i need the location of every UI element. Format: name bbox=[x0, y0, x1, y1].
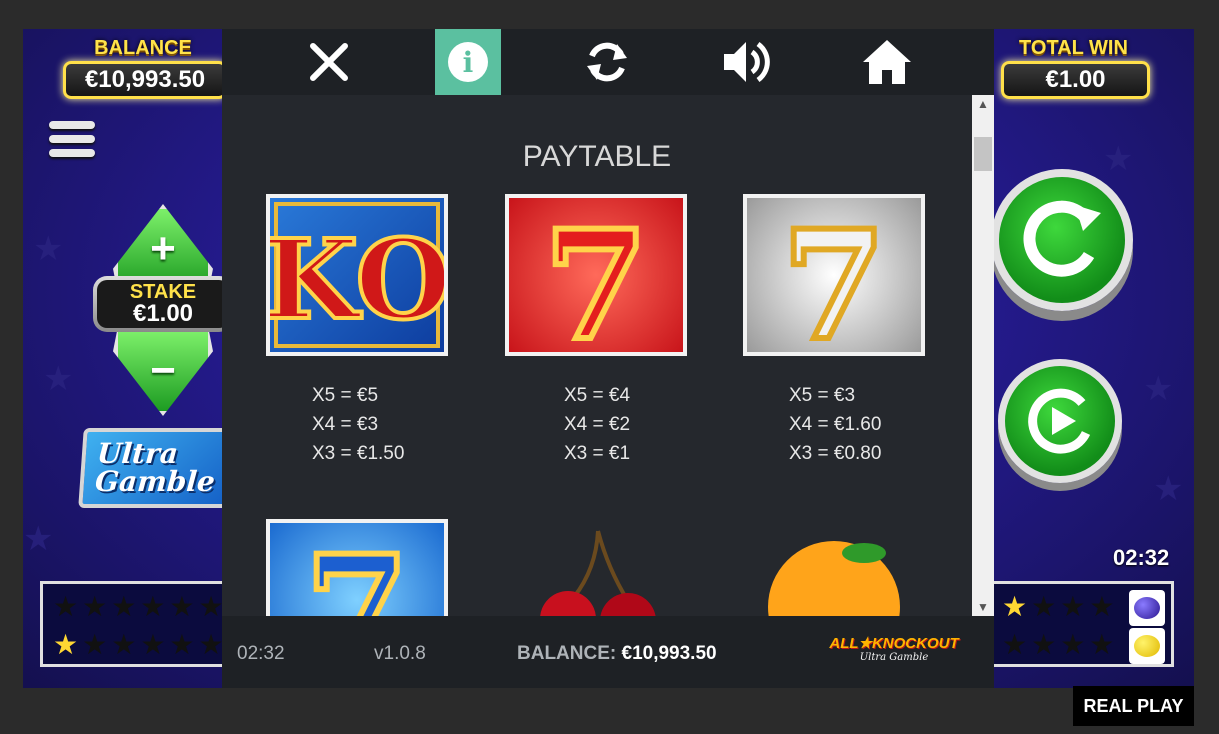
ko-symbol: KO bbox=[261, 194, 453, 356]
balance-value: €10,993.50 bbox=[63, 61, 227, 99]
game-clock: 02:32 bbox=[1113, 545, 1170, 570]
background-star: ★ bbox=[33, 230, 64, 268]
scroll-down-icon[interactable]: ▼ bbox=[972, 600, 994, 614]
game-logo: ALL★KNOCKOUT Ultra Gamble bbox=[824, 634, 964, 670]
background-star: ★ bbox=[1153, 470, 1184, 508]
lemon-icon bbox=[1129, 628, 1165, 664]
background-star: ★ bbox=[43, 360, 74, 398]
orange-symbol bbox=[768, 535, 908, 616]
scroll-thumb[interactable] bbox=[974, 137, 992, 171]
info-overlay: i PAYTABLE KO 7 7 X5 = €5 X4 = €3 X3 = €… bbox=[222, 29, 994, 688]
overlay-toolbar: i bbox=[222, 29, 994, 95]
right-star-meter: ★★★★ ★★★★ bbox=[991, 581, 1174, 667]
red-seven-text: 7 bbox=[544, 198, 648, 352]
footer-version: v1.0.8 bbox=[374, 643, 426, 664]
autoplay-icon bbox=[1028, 388, 1091, 454]
left-star-meter: ★★★★★★★ ★★★★★★★ bbox=[40, 581, 257, 667]
total-win-value: €1.00 bbox=[1001, 61, 1150, 99]
speaker-icon[interactable] bbox=[714, 29, 780, 95]
footer-balance: BALANCE: €10,993.50 bbox=[517, 643, 717, 665]
balance-display: BALANCE €10,993.50 bbox=[53, 33, 233, 105]
pay-x3: X3 = €0.80 bbox=[789, 443, 882, 464]
silver-seven-text: 7 bbox=[782, 198, 886, 352]
footer-time: 02:32 bbox=[237, 643, 285, 664]
ultra-gamble-line2: Gamble bbox=[94, 465, 217, 498]
game-logo-title: ALL★KNOCKOUT bbox=[829, 635, 959, 652]
pay-x5: X5 = €3 bbox=[789, 385, 856, 406]
footer-balance-value: €10,993.50 bbox=[621, 643, 717, 664]
ko-symbol-text: KO bbox=[270, 215, 444, 344]
pay-x4: X4 = €2 bbox=[564, 414, 631, 435]
paytable-title: PAYTABLE bbox=[522, 140, 672, 173]
info-glyph: i bbox=[448, 42, 488, 82]
balance-label: BALANCE bbox=[94, 37, 192, 59]
background-star: ★ bbox=[1103, 140, 1134, 178]
plum-icon bbox=[1129, 590, 1165, 626]
hamburger-menu-icon[interactable] bbox=[49, 121, 95, 167]
spin-icon bbox=[1023, 200, 1101, 277]
pay-x5: X5 = €4 bbox=[564, 385, 631, 406]
background-star: ★ bbox=[23, 520, 54, 558]
stake-label: STAKE bbox=[129, 281, 197, 303]
red-seven-pays: X5 = €4 X4 = €2 X3 = €1 bbox=[564, 381, 714, 468]
star-row: ★★★★★★★ bbox=[53, 591, 257, 622]
total-win-label: TOTAL WIN bbox=[1019, 37, 1128, 59]
scroll-up-icon[interactable]: ▲ bbox=[972, 97, 994, 111]
pay-x3: X3 = €1 bbox=[564, 443, 631, 464]
overlay-footer: 02:32 v1.0.8 BALANCE: €10,993.50 ALL★KNO… bbox=[222, 616, 994, 688]
stake-panel: + − STAKE €1.00 bbox=[93, 204, 233, 416]
blue-seven-symbol: 7 bbox=[266, 519, 448, 616]
footer-balance-label: BALANCE: bbox=[517, 643, 617, 664]
ko-pays: X5 = €5 X4 = €3 X3 = €1.50 bbox=[312, 381, 462, 468]
stake-value: €1.00 bbox=[132, 300, 194, 327]
stake-decrease-button[interactable]: − bbox=[113, 326, 213, 416]
pay-x4: X4 = €3 bbox=[312, 414, 379, 435]
scrollbar[interactable]: ▲ ▼ bbox=[972, 95, 994, 616]
red-seven-symbol: 7 bbox=[505, 194, 687, 377]
total-win-display: TOTAL WIN €1.00 bbox=[991, 33, 1156, 105]
stake-display: STAKE €1.00 bbox=[93, 276, 233, 332]
close-icon[interactable] bbox=[296, 29, 362, 95]
pay-x5: X5 = €5 bbox=[312, 385, 379, 406]
game-logo-subtitle: Ultra Gamble bbox=[859, 652, 929, 663]
refresh-icon[interactable] bbox=[574, 29, 640, 95]
background-star: ★ bbox=[1143, 370, 1174, 408]
real-play-badge: REAL PLAY bbox=[1073, 686, 1194, 726]
autoplay-button[interactable] bbox=[998, 359, 1122, 483]
spin-button[interactable] bbox=[991, 169, 1133, 311]
star-row: ★★★★★★★ bbox=[53, 629, 257, 660]
pay-x3: X3 = €1.50 bbox=[312, 443, 405, 464]
paytable-content[interactable]: PAYTABLE KO 7 7 X5 = €5 X4 = €3 X3 = €1.… bbox=[222, 95, 972, 616]
pay-x4: X4 = €1.60 bbox=[789, 414, 882, 435]
ultra-gamble-button[interactable]: Ultra Gamble bbox=[78, 428, 234, 508]
home-icon[interactable] bbox=[854, 29, 920, 95]
cherries-symbol bbox=[518, 529, 678, 616]
info-icon[interactable]: i bbox=[435, 29, 501, 95]
silver-seven-symbol: 7 bbox=[743, 194, 925, 377]
silver-seven-pays: X5 = €3 X4 = €1.60 X3 = €0.80 bbox=[789, 381, 939, 468]
blue-seven-text: 7 bbox=[305, 523, 409, 616]
